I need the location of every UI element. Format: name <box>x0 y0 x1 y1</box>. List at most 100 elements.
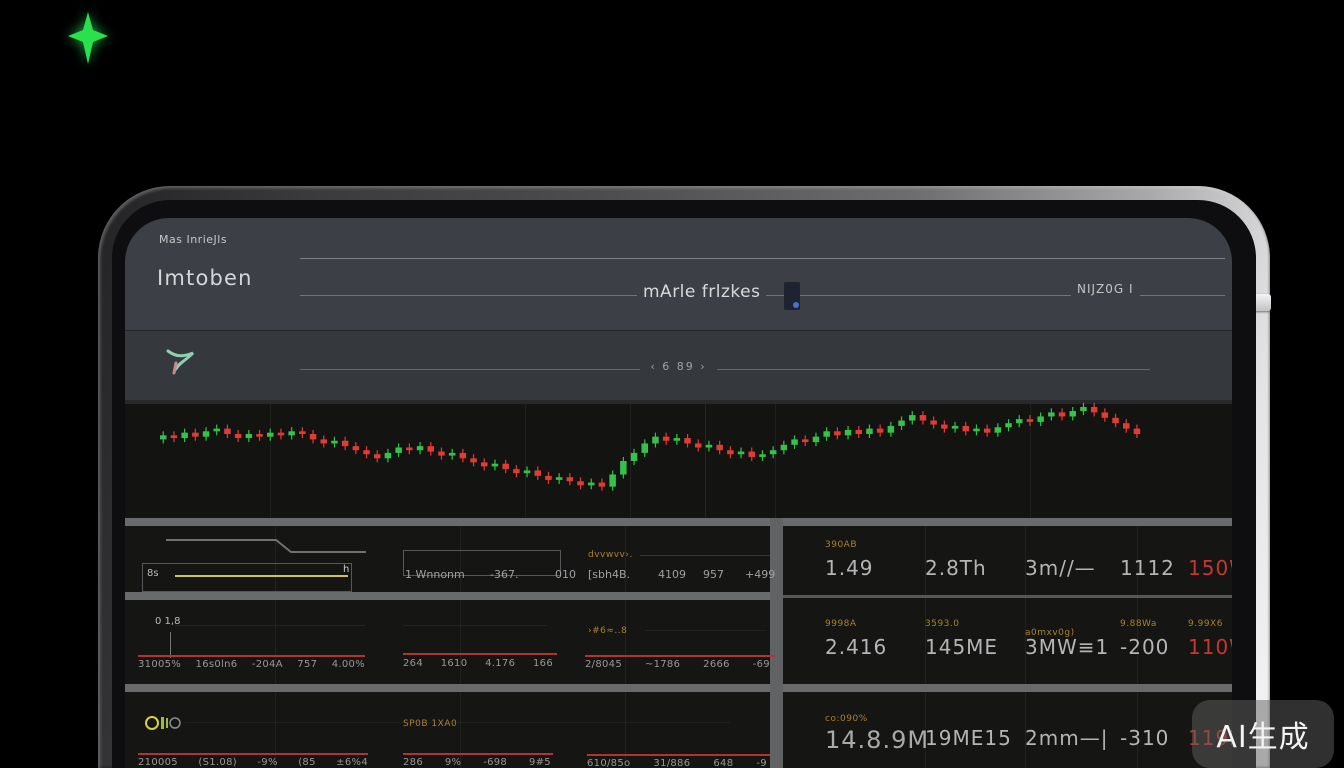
tick-row: 31005%16s0ln6-204A7574.00% <box>138 659 365 670</box>
tick-label: -204A <box>252 659 283 670</box>
candle <box>920 415 927 420</box>
candle <box>535 470 542 475</box>
tick-label: -69 <box>753 659 770 670</box>
candle <box>984 429 991 433</box>
cell-tag <box>1120 540 1188 550</box>
cell-value: 145ME <box>925 635 1025 659</box>
cell-value: +499 <box>745 568 775 581</box>
table-row[interactable]: 390AB1.492.8Th3m//—1112150W <box>783 526 1232 580</box>
cell-tag <box>1120 714 1188 724</box>
candle <box>663 437 670 441</box>
panel-box <box>142 563 352 592</box>
table-row[interactable]: co:090%14.8.9M19ME152mm—|-310119M <box>783 692 1232 754</box>
cell-tag: 3593.0 <box>925 619 1025 629</box>
tick-label: 286 <box>403 757 423 768</box>
tick-label: 648 <box>713 758 733 768</box>
header-right-label: NIJZ0G I <box>1071 282 1140 296</box>
candle <box>1070 411 1077 416</box>
candle <box>502 464 509 469</box>
flat-series-line <box>403 653 557 655</box>
candle <box>428 446 435 451</box>
candle <box>192 433 199 437</box>
cell-tag: 9.99X6 <box>1188 619 1232 629</box>
cell-value: 150W <box>1188 556 1232 580</box>
candle <box>438 452 445 456</box>
candle <box>898 421 905 426</box>
tick-label: ±6%4 <box>336 757 368 768</box>
trading-app-screen: Mas InrieJls Imtoben NIJZ0G I mArle frlz… <box>125 218 1232 768</box>
candle <box>973 429 980 432</box>
candle <box>609 475 616 487</box>
candle <box>417 446 424 450</box>
candle <box>716 445 723 450</box>
cell-value: 110W <box>1188 635 1232 659</box>
cell-tag <box>1188 540 1232 550</box>
tick-label: ~1786 <box>645 659 680 670</box>
candle <box>1016 419 1023 423</box>
watermark-text: AI生成 <box>1216 712 1309 756</box>
candle <box>823 431 830 436</box>
candle <box>1027 419 1034 422</box>
candle <box>909 415 916 420</box>
cell-value: 010 <box>555 568 576 581</box>
tick-label: 4.176 <box>485 658 515 669</box>
candle <box>1005 423 1012 427</box>
candle <box>802 439 809 442</box>
tick-label: -9 <box>756 758 767 768</box>
cell-tag <box>1025 714 1120 724</box>
symbol-search-field[interactable]: mArle frlzkes <box>637 282 766 302</box>
panel-tag: ›#6≈..8 <box>588 626 627 636</box>
cell-value: 3m//— <box>1025 556 1120 580</box>
candle <box>321 439 328 443</box>
candle <box>278 433 285 436</box>
flat-series-line <box>403 753 553 755</box>
cell-value: 14.8.9M <box>825 726 925 754</box>
candle <box>856 430 863 434</box>
candle <box>588 483 595 486</box>
tick-label: 2/8045 <box>585 659 622 670</box>
candle <box>395 448 402 453</box>
candle <box>449 453 456 456</box>
cell-value: 1 Wnnonm <box>405 568 490 581</box>
cell-tag <box>925 714 1025 724</box>
device-bezel: Mas InrieJls Imtoben NIJZ0G I mArle frlz… <box>112 200 1256 768</box>
cell-value: 2.8Th <box>925 556 1025 580</box>
candle <box>288 431 295 435</box>
flat-series-line <box>587 754 770 756</box>
tick-label: 264 <box>403 658 423 669</box>
cell-value: 1.49 <box>825 556 925 580</box>
cell-tag <box>925 540 1025 550</box>
candles-svg <box>125 402 1232 518</box>
app-title: Imtoben <box>157 266 253 290</box>
divider-vertical <box>770 518 783 768</box>
cell-value: -200 <box>1120 635 1188 659</box>
cell-tag: 9998A <box>825 619 925 629</box>
candle <box>706 445 713 448</box>
tick-row: 2/8045 ~1786 2666 -69 <box>585 659 770 670</box>
candle <box>620 461 627 475</box>
candle <box>374 454 381 458</box>
cell-tag: 390AB <box>825 540 925 550</box>
candle <box>235 434 242 438</box>
tick-label: 2666 <box>703 659 730 670</box>
panel-left-label: 8s <box>147 568 159 579</box>
candle <box>1112 418 1119 423</box>
cell-value: 2mm—| <box>1025 726 1120 754</box>
candle <box>963 426 970 431</box>
candle <box>941 425 948 429</box>
cell-tag: co:090% <box>825 714 925 724</box>
candle <box>791 439 798 444</box>
candle <box>770 450 777 454</box>
circle-meter-icon <box>143 713 183 733</box>
candle <box>256 434 263 437</box>
cursor-dot-icon <box>793 302 799 308</box>
table-row[interactable]: 9998A3593.0a0mxv0g)9.88Wa9.99X62.416145M… <box>783 603 1232 659</box>
cell-value: 2.416 <box>825 635 925 659</box>
tick-label: 757 <box>297 659 317 670</box>
candle <box>1123 423 1130 428</box>
candle <box>1102 412 1109 417</box>
cell-value: 19ME15 <box>925 726 1025 754</box>
tick-label: 9% <box>445 757 461 768</box>
tick-label: 166 <box>533 658 553 669</box>
flat-series-line <box>138 753 368 755</box>
